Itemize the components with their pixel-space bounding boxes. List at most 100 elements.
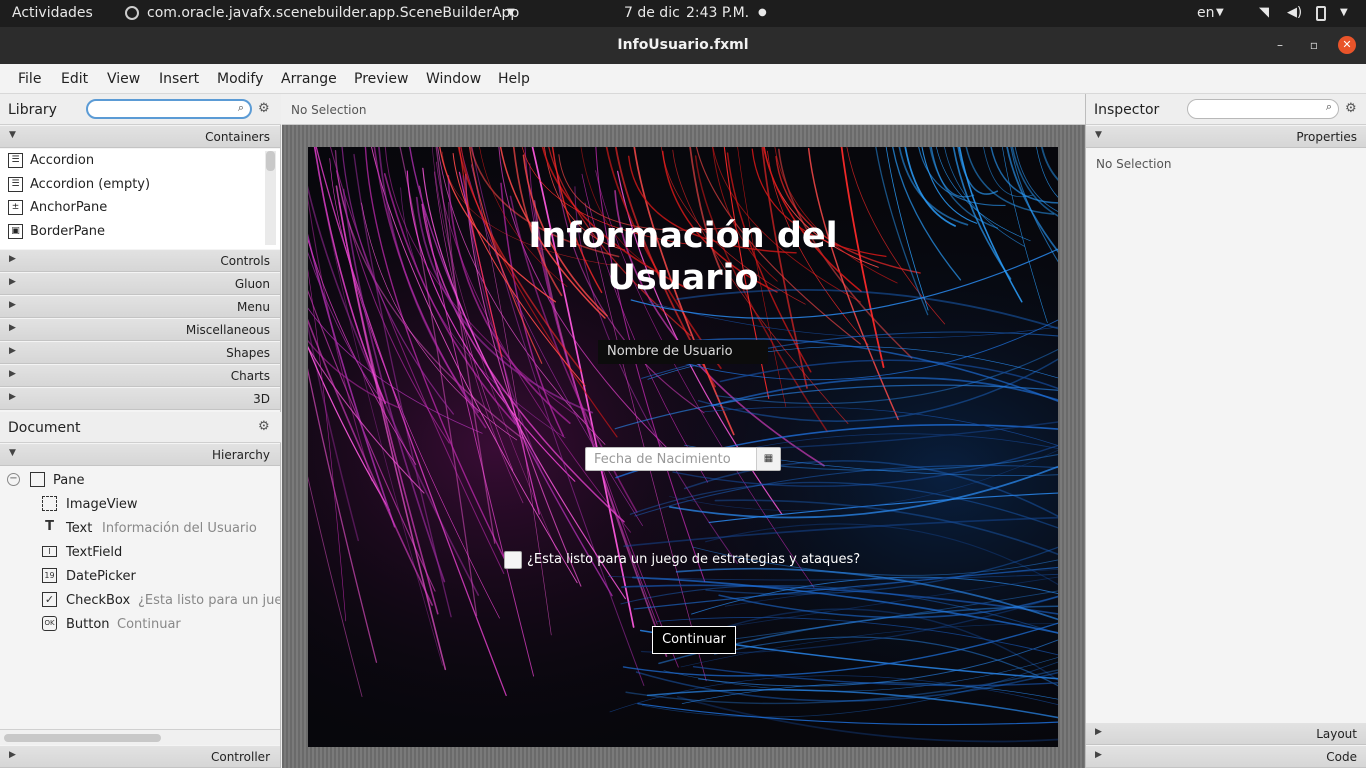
menu-modify[interactable]: Modify [217, 71, 263, 87]
library-item-accordion[interactable]: ☰ Accordion [0, 149, 263, 173]
expand-arrow-icon: ▶ [9, 323, 16, 333]
node-label: DatePicker [66, 569, 136, 584]
inspector-search-input[interactable]: ⌕ [1187, 99, 1339, 119]
node-detail: Información del Usuario [102, 521, 257, 536]
language-indicator[interactable]: en [1197, 5, 1215, 21]
library-item-borderpane[interactable]: ▣ BorderPane [0, 220, 263, 244]
window-title-bar: InfoUsuario.fxml – ▫ ✕ [0, 27, 1366, 64]
library-header: Library ⌕ ⚙ [0, 94, 281, 125]
menu-preview[interactable]: Preview [354, 71, 409, 87]
expand-arrow-icon: ▶ [1095, 750, 1102, 760]
minimize-icon[interactable]: – [1271, 36, 1289, 54]
inspector-panel: Inspector ⌕ ⚙ ▼ Properties No Selection … [1085, 94, 1366, 768]
menu-window[interactable]: Window [426, 71, 481, 87]
menu-insert[interactable]: Insert [159, 71, 199, 87]
tree-node-checkbox[interactable]: ✓ CheckBox ¿Esta listo para un jue [0, 588, 280, 612]
library-scrollbar[interactable] [265, 151, 276, 245]
text-icon: T [45, 519, 54, 534]
section-properties[interactable]: ▼ Properties [1086, 126, 1366, 148]
volume-icon[interactable]: ◀) [1287, 5, 1302, 20]
clock-date[interactable]: 7 de dic [624, 5, 680, 21]
calendar-icon[interactable]: ▦ [756, 448, 780, 470]
section-label: Code [1326, 750, 1357, 764]
library-list: ☰ Accordion ☰ Accordion (empty) ± AnchorPan… [0, 149, 280, 249]
gear-icon[interactable]: ⚙ [258, 419, 270, 434]
tree-node-pane[interactable]: − Pane [0, 468, 280, 492]
menu-help[interactable]: Help [498, 71, 530, 87]
section-3d[interactable]: ▶ 3D [0, 388, 280, 410]
checkbox-icon: ✓ [42, 592, 57, 607]
title-text[interactable]: Información del Usuario [308, 215, 1058, 299]
library-item-accordion-empty[interactable]: ☰ Accordion (empty) [0, 173, 263, 197]
activities-button[interactable]: Actividades [12, 5, 93, 21]
app-menu[interactable]: com.oracle.javafx.scenebuilder.app.Scene… [147, 5, 519, 21]
section-charts[interactable]: ▶ Charts [0, 365, 280, 387]
left-panel: Library ⌕ ⚙ ▼ Containers ☰ Accordion ☰ Acc… [0, 94, 281, 768]
section-shapes[interactable]: ▶ Shapes [0, 342, 280, 364]
continue-button[interactable]: Continuar [652, 626, 736, 654]
tree-node-imageview[interactable]: ImageView [0, 492, 280, 516]
chevron-down-icon[interactable]: ▼ [1340, 7, 1348, 18]
item-label: Accordion (empty) [30, 177, 151, 192]
library-title: Library [8, 102, 57, 118]
expand-arrow-icon: ▶ [9, 369, 16, 379]
section-menu[interactable]: ▶ Menu [0, 296, 280, 318]
button-icon: OK [42, 616, 57, 631]
section-label: Controller [210, 750, 270, 764]
library-item-anchorpane[interactable]: ± AnchorPane [0, 196, 263, 220]
section-label: Hierarchy [211, 448, 270, 462]
menu-file[interactable]: File [18, 71, 41, 87]
hierarchy-tree: − Pane ImageView T Text Información del … [0, 467, 280, 729]
chevron-down-icon: ▼ [507, 7, 515, 18]
battery-icon[interactable] [1316, 6, 1326, 21]
section-gluon[interactable]: ▶ Gluon [0, 273, 280, 295]
section-label: Gluon [234, 277, 270, 291]
search-icon: ⌕ [237, 101, 244, 114]
menu-edit[interactable]: Edit [61, 71, 88, 87]
borderpane-icon: ▣ [8, 224, 23, 239]
section-containers[interactable]: ▼ Containers [0, 126, 280, 148]
library-search-input[interactable]: ⌕ [86, 99, 252, 119]
expand-arrow-icon: ▶ [9, 277, 16, 287]
expand-arrow-icon: ▶ [9, 346, 16, 356]
section-controller[interactable]: ▶ Controller [0, 746, 280, 768]
section-layout[interactable]: ▶ Layout [1086, 723, 1366, 745]
datepicker-icon: 19 [42, 568, 57, 583]
anchorpane-icon: ± [8, 200, 23, 215]
continue-button-label: Continuar [662, 632, 726, 647]
username-field[interactable]: Nombre de Usuario [598, 340, 768, 364]
tree-node-text[interactable]: T Text Información del Usuario [0, 516, 280, 540]
accordion-icon: ☰ [8, 177, 23, 192]
clock-time[interactable]: 2:43 P.M. [686, 5, 749, 21]
app-icon [125, 6, 139, 20]
section-code[interactable]: ▶ Code [1086, 746, 1366, 768]
ready-checkbox[interactable] [504, 551, 522, 569]
menu-view[interactable]: View [107, 71, 140, 87]
gear-icon[interactable]: ⚙ [258, 101, 270, 116]
design-canvas-pane[interactable]: Información del Usuario Nombre de Usuari… [308, 147, 1058, 747]
tree-node-button[interactable]: OK Button Continuar [0, 612, 280, 636]
document-header: Document ⚙ [0, 412, 281, 443]
wifi-icon[interactable]: ◥ [1259, 5, 1269, 20]
username-placeholder: Nombre de Usuario [607, 344, 733, 359]
textfield-icon: I [42, 546, 57, 557]
menu-arrange[interactable]: Arrange [281, 71, 337, 87]
tree-node-textfield[interactable]: I TextField [0, 540, 280, 564]
section-miscellaneous[interactable]: ▶ Miscellaneous [0, 319, 280, 341]
birthdate-picker[interactable]: Fecha de Nacimiento ▦ [585, 447, 781, 471]
close-icon[interactable]: ✕ [1338, 36, 1356, 54]
node-label: CheckBox [66, 593, 131, 608]
gear-icon[interactable]: ⚙ [1345, 101, 1357, 116]
collapse-toggle-icon[interactable]: − [7, 473, 20, 486]
maximize-icon[interactable]: ▫ [1305, 36, 1323, 54]
scrollbar-thumb[interactable] [266, 151, 275, 171]
checkbox-label[interactable]: ¿Esta listo para un juego de estrategias… [527, 552, 860, 567]
section-hierarchy[interactable]: ▼ Hierarchy [0, 444, 280, 466]
tree-node-datepicker[interactable]: 19 DatePicker [0, 564, 280, 588]
scrollbar-thumb[interactable] [4, 734, 161, 742]
menu-bar: File Edit View Insert Modify Arrange Pre… [0, 64, 1366, 94]
hierarchy-hscrollbar[interactable] [0, 729, 280, 745]
notification-dot-icon: ● [758, 7, 767, 18]
pane-icon [30, 472, 45, 487]
section-controls[interactable]: ▶ Controls [0, 250, 280, 272]
